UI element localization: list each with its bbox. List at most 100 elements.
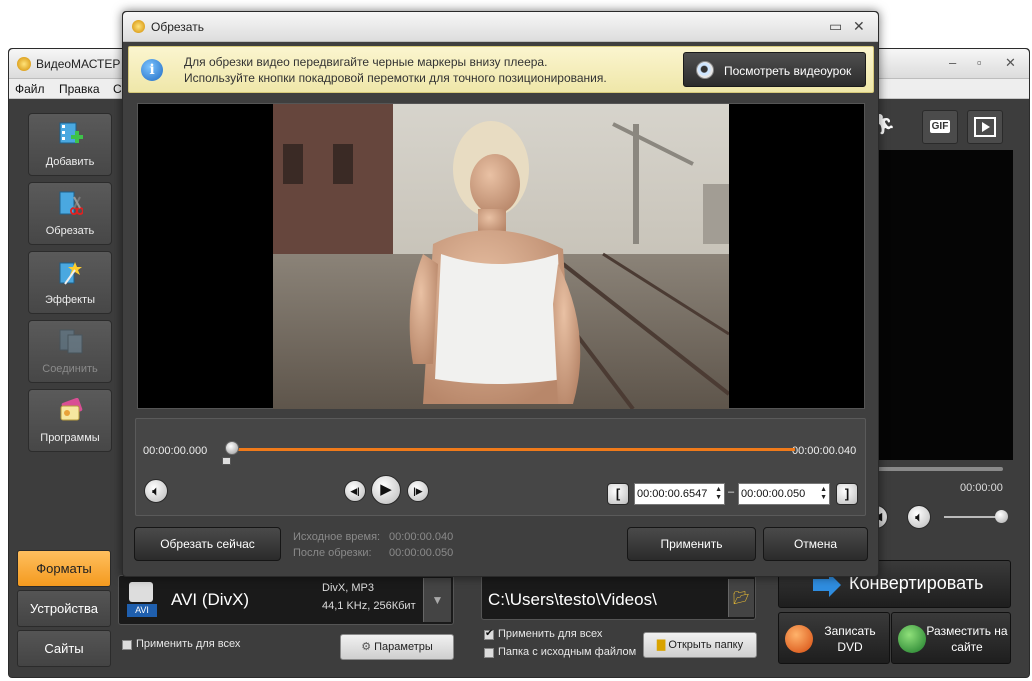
preview-seek-bar[interactable] (877, 467, 1003, 471)
main-window-title: ВидеоМАСТЕР (36, 57, 121, 71)
gif-label: GIF (929, 120, 951, 133)
effects-button-label: Эффекты (44, 294, 95, 306)
open-folder-label: Открыть папку (668, 639, 744, 651)
burn-dvd-label: Записать DVD (824, 624, 876, 654)
trim-start-value: 00:00:00.6547 (637, 488, 708, 500)
format-name: AVI (DivX) (171, 590, 250, 609)
output-path-field[interactable]: C:\Users\testo\Videos\ 📂︎ (481, 575, 756, 620)
trim-controls: 00:00:00.000 00:00:00.040 🔈︎ ◀| ▶ |▶ [ 0… (135, 418, 866, 516)
video-frame-image (273, 104, 729, 409)
next-frame-icon: |▶ (413, 486, 423, 496)
tab-sites[interactable]: Сайты (17, 630, 111, 667)
maximize-button[interactable]: ▫ (977, 55, 982, 70)
preview-volume-button[interactable]: 🔈︎ (907, 505, 931, 529)
time-end: 00:00:00.040 (792, 445, 857, 457)
fullscreen-button[interactable] (967, 110, 1003, 144)
trim-dialog: Обрезать ▭ ✕ i Для обрезки видео передви… (122, 11, 879, 577)
format-badge: AVI (127, 604, 157, 617)
avi-format-icon: AVI (127, 580, 157, 618)
film-cut-icon (59, 191, 83, 215)
apply-button[interactable]: Применить (627, 527, 756, 561)
magic-wand-icon (59, 262, 82, 285)
preview-time: 00:00:00 (960, 482, 1003, 494)
params-button-label: Параметры (374, 641, 433, 653)
format-apply-all-checkbox[interactable] (122, 640, 132, 650)
join-button[interactable]: Соединить (28, 320, 112, 383)
cut-now-button[interactable]: Обрезать сейчас (134, 527, 281, 561)
add-button-label: Добавить (45, 156, 95, 168)
close-button[interactable]: ✕ (1005, 55, 1016, 71)
bracket-right-icon: ] (844, 486, 850, 501)
format-apply-all-label: Применить для всех (136, 638, 241, 650)
trim-start-marker-base[interactable] (222, 457, 231, 465)
play-button[interactable]: ▶ (371, 475, 401, 505)
browse-folder-icon[interactable]: 📂︎ (728, 579, 754, 617)
video-player[interactable] (137, 103, 865, 409)
dvd-icon (785, 625, 813, 653)
next-frame-button[interactable]: |▶ (407, 480, 429, 502)
trim-end-spinner[interactable]: ▲ ▼ (820, 486, 827, 502)
gif-button[interactable]: GIF (922, 110, 958, 144)
after-cut-value: 00:00:00.050 (389, 547, 454, 559)
programs-icon (60, 398, 83, 421)
join-button-label: Соединить (42, 363, 98, 375)
prev-frame-icon: ◀| (350, 486, 360, 496)
format-detail-2: 44,1 KHz, 256Кбит (322, 600, 416, 612)
trim-end-input[interactable]: 00:00:00.050 ▲ ▼ (738, 483, 830, 505)
source-time-label: Исходное время: (293, 531, 381, 543)
format-selector[interactable]: AVI AVI (DivX) DivX, MP3 44,1 KHz, 256Кб… (118, 575, 454, 625)
params-button[interactable]: ⚙ Параметры (340, 634, 454, 660)
preview-player (877, 150, 1013, 460)
open-folder-button[interactable]: ▇ Открыть папку (643, 632, 757, 658)
film-join-icon (59, 329, 83, 354)
publish-web-label: Разместить на сайте (926, 624, 1008, 654)
format-detail-1: DivX, MP3 (322, 582, 374, 594)
bracket-left-icon: [ (615, 486, 621, 501)
trim-track[interactable] (232, 448, 795, 451)
trim-start-input[interactable]: 00:00:00.6547 ▲ ▼ (634, 483, 725, 505)
set-start-button[interactable]: [ (607, 483, 629, 505)
publish-web-button[interactable]: Разместить на сайте (891, 612, 1011, 664)
cut-button-label: Обрезать (45, 225, 95, 237)
dialog-title: Обрезать (151, 20, 204, 34)
info-line-1: Для обрезки видео передвигайте черные ма… (184, 55, 548, 69)
minimize-button[interactable]: – (949, 55, 956, 70)
output-apply-all-label: Применить для всех (498, 628, 603, 640)
volume-button[interactable]: 🔈︎ (144, 479, 168, 503)
dialog-logo-icon (132, 20, 145, 33)
prev-frame-button[interactable]: ◀| (344, 480, 366, 502)
play-icon: ▶ (380, 481, 392, 498)
trim-end-value: 00:00:00.050 (741, 488, 806, 500)
tab-formats[interactable]: Форматы (17, 550, 111, 587)
source-folder-label: Папка с исходным файлом (498, 646, 637, 658)
dialog-close-button[interactable]: ✕ (853, 18, 865, 35)
programs-button-label: Программы (40, 432, 100, 444)
output-apply-all-checkbox[interactable] (484, 628, 494, 640)
trim-start-spinner[interactable]: ▲ ▼ (715, 486, 722, 502)
info-icon: i (141, 59, 163, 81)
fullscreen-icon (974, 117, 996, 137)
gear-icon: ⚙ (361, 641, 372, 653)
menu-file[interactable]: Файл (15, 82, 45, 96)
add-button[interactable]: Добавить (28, 113, 112, 176)
programs-button[interactable]: Программы (28, 389, 112, 452)
info-line-2: Используйте кнопки покадровой перемотки … (184, 71, 607, 85)
cancel-button[interactable]: Отмена (763, 527, 868, 561)
set-end-button[interactable]: ] (836, 483, 858, 505)
watch-tutorial-button[interactable]: Посмотреть видеоурок (683, 52, 866, 87)
preview-volume-knob[interactable] (995, 510, 1008, 523)
tab-devices[interactable]: Устройства (17, 590, 111, 627)
cut-button[interactable]: Обрезать (28, 182, 112, 245)
menu-more[interactable]: С (113, 82, 122, 96)
source-folder-checkbox[interactable] (484, 648, 494, 658)
burn-dvd-button[interactable]: Записать DVD (778, 612, 890, 664)
after-cut-label: После обрезки: (293, 547, 372, 559)
trim-start-marker[interactable] (225, 441, 239, 455)
time-start: 00:00:00.000 (143, 445, 208, 457)
dialog-maximize-button[interactable]: ▭ (829, 18, 842, 35)
upload-icon (898, 625, 926, 653)
effects-button[interactable]: Эффекты (28, 251, 112, 314)
info-bar: i Для обрезки видео передвигайте черные … (128, 46, 874, 93)
format-dropdown-button[interactable]: ▼ (423, 578, 451, 622)
menu-edit[interactable]: Правка (59, 82, 100, 96)
